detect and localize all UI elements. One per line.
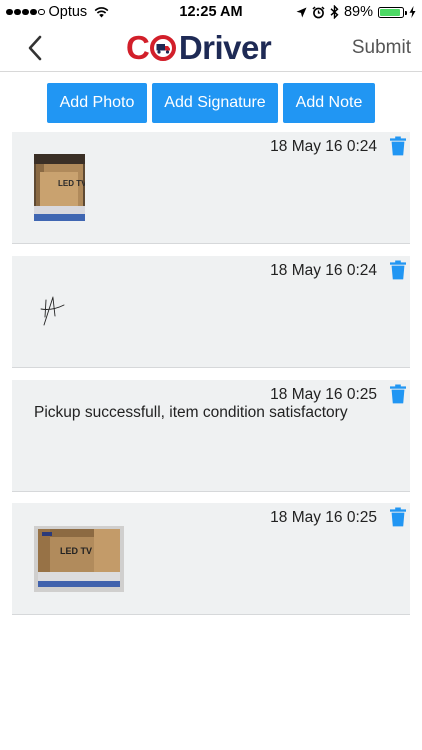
battery-icon [378, 6, 407, 18]
battery-percent: 89% [343, 4, 373, 20]
status-right: 89% [296, 4, 416, 20]
logo-truck-icon [149, 35, 176, 61]
photo-thumbnail[interactable]: LED TV [34, 154, 85, 221]
battery-fill [380, 8, 400, 16]
signature-image[interactable] [38, 295, 70, 327]
logo-driver-text: Driver [178, 29, 272, 66]
add-signature-button[interactable]: Add Signature [152, 83, 278, 123]
charging-bolt-icon [409, 6, 416, 18]
svg-text:LED TV: LED TV [58, 179, 85, 188]
status-bar: Optus 12:25 AM 89% [0, 0, 422, 24]
trash-icon[interactable] [389, 136, 407, 156]
chevron-left-icon[interactable] [22, 33, 50, 63]
submit-button[interactable]: Submit [352, 37, 411, 59]
bluetooth-icon [330, 5, 339, 19]
location-arrow-icon [296, 7, 307, 17]
trash-icon[interactable] [389, 384, 407, 404]
list-item-photo: 18 May 16 0:24 LED TV [12, 132, 410, 244]
nav-bar: C Driver Submit [0, 24, 422, 72]
add-photo-button[interactable]: Add Photo [47, 83, 147, 123]
add-note-button[interactable]: Add Note [283, 83, 375, 123]
list-item-note: 18 May 16 0:25 Pickup successfull, item … [12, 380, 410, 492]
alarm-icon [312, 5, 325, 18]
action-buttons: Add Photo Add Signature Add Note [0, 83, 422, 124]
logo-c: C [126, 29, 150, 66]
svg-text:LED TV: LED TV [60, 546, 92, 556]
photo-thumbnail[interactable]: LED TV [34, 526, 124, 592]
list-item-photo: 18 May 16 0:25 LED TV [12, 503, 410, 615]
note-text: Pickup successfull, item condition satis… [34, 404, 348, 421]
list-item-signature: 18 May 16 0:24 [12, 256, 410, 368]
item-timestamp: 18 May 16 0:25 [270, 386, 377, 403]
item-timestamp: 18 May 16 0:24 [270, 262, 377, 279]
trash-icon[interactable] [389, 260, 407, 280]
item-timestamp: 18 May 16 0:24 [270, 138, 377, 155]
app-logo: C Driver [126, 28, 272, 68]
trash-icon[interactable] [389, 507, 407, 527]
item-timestamp: 18 May 16 0:25 [270, 509, 377, 526]
